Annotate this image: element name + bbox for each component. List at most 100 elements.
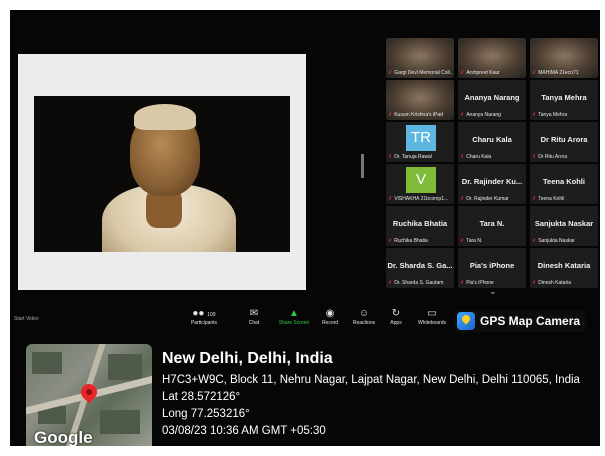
participant-label-text: Dinesh Kataria — [538, 280, 571, 286]
muted-mic-icon: ✗ — [532, 70, 537, 76]
participant-name: Pia's iPhone — [469, 261, 515, 270]
participant-label: ✗ Tara N. — [460, 238, 524, 244]
chat-icon: ✉ — [249, 308, 259, 319]
participant-name: Dr. Sharda S. Ga... — [387, 261, 453, 270]
muted-mic-icon: ✗ — [460, 112, 465, 118]
participant-tile[interactable]: Dr Ritu Arora ✗ Dr Ritu Arora — [530, 122, 598, 162]
muted-mic-icon: ✗ — [460, 70, 465, 76]
whiteboards-icon: ▭ — [427, 308, 437, 319]
muted-mic-icon: ✗ — [388, 70, 393, 76]
muted-mic-icon: ✗ — [460, 238, 465, 244]
participant-avatar: TR — [406, 125, 436, 151]
participant-name: Ananya Narang — [464, 93, 520, 102]
participant-tile[interactable]: V ✗ VISHAKHA 21bcomp1... — [386, 164, 454, 204]
participant-name: Ruchika Bhatia — [392, 219, 448, 228]
participant-label-text: MAHIMA 21eco71 — [538, 70, 579, 76]
participant-tile[interactable]: Dr. Sharda S. Ga... ✗ Dr. Sharda S. Gautam — [386, 248, 454, 288]
whiteboards-button[interactable]: ▭ Whiteboards — [410, 308, 454, 326]
shared-slide — [18, 54, 306, 290]
location-datetime: 03/08/23 10:36 AM GMT +05:30 — [162, 425, 326, 437]
participant-label-text: Ananya Narang — [466, 112, 501, 118]
participant-label-text: Charu Kala — [466, 154, 492, 160]
participants-icon: ●● 109 — [192, 308, 216, 319]
participant-label-text: Gargi Devi Memorial Coll... — [394, 70, 452, 76]
apps-label: Apps — [390, 320, 402, 326]
muted-mic-icon: ✗ — [460, 196, 465, 202]
participant-tile[interactable]: ✗ Kusum Krishna's iPad — [386, 80, 454, 120]
participant-tile[interactable]: ✗ Gargi Devi Memorial Coll... — [386, 38, 454, 78]
gps-map-camera-badge: GPS Map Camera — [455, 310, 587, 332]
participant-name: Teena Kohli — [543, 177, 585, 186]
participant-avatar: V — [406, 167, 436, 193]
participant-label: ✗ MAHIMA 21eco71 — [532, 70, 596, 76]
participant-tile[interactable]: Charu Kala ✗ Charu Kala — [458, 122, 526, 162]
participant-label-text: Dr. Rajinder Kumar — [466, 196, 509, 202]
map-block — [32, 352, 62, 374]
whiteboards-label: Whiteboards — [417, 320, 447, 326]
muted-mic-icon: ✗ — [532, 280, 537, 286]
participant-tile[interactable]: Ananya Narang ✗ Ananya Narang — [458, 80, 526, 120]
chevron-down-icon[interactable]: ⌄ — [489, 286, 497, 297]
location-info: New Delhi, Delhi, India H7C3+W9C, Block … — [162, 350, 600, 440]
participant-label: ✗ Charu Kala — [460, 154, 524, 160]
muted-mic-icon: ✗ — [388, 280, 393, 286]
map-block — [108, 354, 142, 380]
participant-tile[interactable]: ✗ MAHIMA 21eco71 — [530, 38, 598, 78]
location-latitude: Lat 28.572126° — [162, 391, 241, 403]
participant-label: ✗ Sanjukta Naskar — [532, 238, 596, 244]
participant-label-text: Kusum Krishna's iPad — [394, 112, 443, 118]
participant-name: Sanjukta Naskar — [534, 219, 594, 228]
split-handle[interactable] — [361, 154, 364, 178]
participant-label-text: VISHAKHA 21bcomp1... — [394, 196, 449, 202]
participants-label: Participants — [190, 320, 218, 326]
photo-frame: ✗ Gargi Devi Memorial Coll... ✗ Arshpreet K… — [10, 10, 600, 446]
chat-button[interactable]: ✉ Chat — [232, 308, 276, 326]
muted-mic-icon: ✗ — [532, 112, 537, 118]
participant-label-text: Teena Kohli — [538, 196, 565, 202]
participant-label-text: Dr Ritu Arora — [538, 154, 568, 160]
participant-label: ✗ Tanya Mehra — [532, 112, 596, 118]
muted-mic-icon: ✗ — [388, 112, 393, 118]
gps-badge-label: GPS Map Camera — [480, 314, 581, 328]
participant-name: Tanya Mehra — [541, 93, 587, 102]
muted-mic-icon: ✗ — [532, 238, 537, 244]
participant-tile[interactable]: TR ✗ Dr. Tanuja Rawal — [386, 122, 454, 162]
participant-label: ✗ Ruchika Bhatia — [388, 238, 452, 244]
participant-label-text: Dr. Sharda S. Gautam — [394, 280, 444, 286]
participant-tile[interactable]: Tanya Mehra ✗ Tanya Mehra — [530, 80, 598, 120]
portrait-painting — [34, 96, 290, 252]
location-longitude: Long 77.253216° — [162, 408, 250, 420]
participant-label-text: Arshpreet Kaur — [466, 70, 500, 76]
participant-tile[interactable]: Teena Kohli ✗ Teena Kohli — [530, 164, 598, 204]
participant-label: ✗ Dr. Tanuja Rawal — [388, 154, 452, 160]
participant-tile[interactable]: Ruchika Bhatia ✗ Ruchika Bhatia — [386, 206, 454, 246]
portrait-hair — [134, 104, 196, 130]
participant-tile[interactable]: ✗ Arshpreet Kaur — [458, 38, 526, 78]
participant-tile[interactable]: Sanjukta Naskar ✗ Sanjukta Naskar — [530, 206, 598, 246]
map-block — [100, 410, 140, 434]
location-map: Google — [26, 344, 152, 446]
participant-tile[interactable]: Dr. Rajinder Ku... ✗ Dr. Rajinder Kumar — [458, 164, 526, 204]
muted-mic-icon: ✗ — [388, 238, 393, 244]
participant-name: Dr Ritu Arora — [540, 135, 588, 144]
start-video-button[interactable]: Start Video — [14, 316, 39, 322]
reactions-label: Reactions — [352, 320, 376, 326]
participant-name: Dinesh Kataria — [537, 261, 591, 270]
share-screen-label: Share Screen — [278, 320, 310, 326]
participant-name: Dr. Rajinder Ku... — [461, 177, 523, 186]
participant-tile[interactable]: Pia's iPhone ✗ Pia's iPhone — [458, 248, 526, 288]
gps-camera-app-icon — [457, 312, 475, 330]
participant-label: ✗ Dr. Sharda S. Gautam — [388, 280, 452, 286]
participants-count: 109 — [207, 312, 216, 318]
location-address: H7C3+W9C, Block 11, Nehru Nagar, Lajpat … — [162, 374, 580, 386]
participant-label-text: Sanjukta Naskar — [538, 238, 575, 244]
participant-tile[interactable]: Tara N. ✗ Tara N. — [458, 206, 526, 246]
participant-label-text: Tanya Mehra — [538, 112, 568, 118]
participant-tile[interactable]: Dinesh Kataria ✗ Dinesh Kataria — [530, 248, 598, 288]
muted-mic-icon: ✗ — [532, 196, 537, 202]
participant-label: ✗ VISHAKHA 21bcomp1... — [388, 196, 452, 202]
participants-button[interactable]: ●● 109 Participants — [182, 308, 226, 326]
participant-label: ✗ Teena Kohli — [532, 196, 596, 202]
participant-label: ✗ Ananya Narang — [460, 112, 524, 118]
participant-label: ✗ Dr Ritu Arora — [532, 154, 596, 160]
